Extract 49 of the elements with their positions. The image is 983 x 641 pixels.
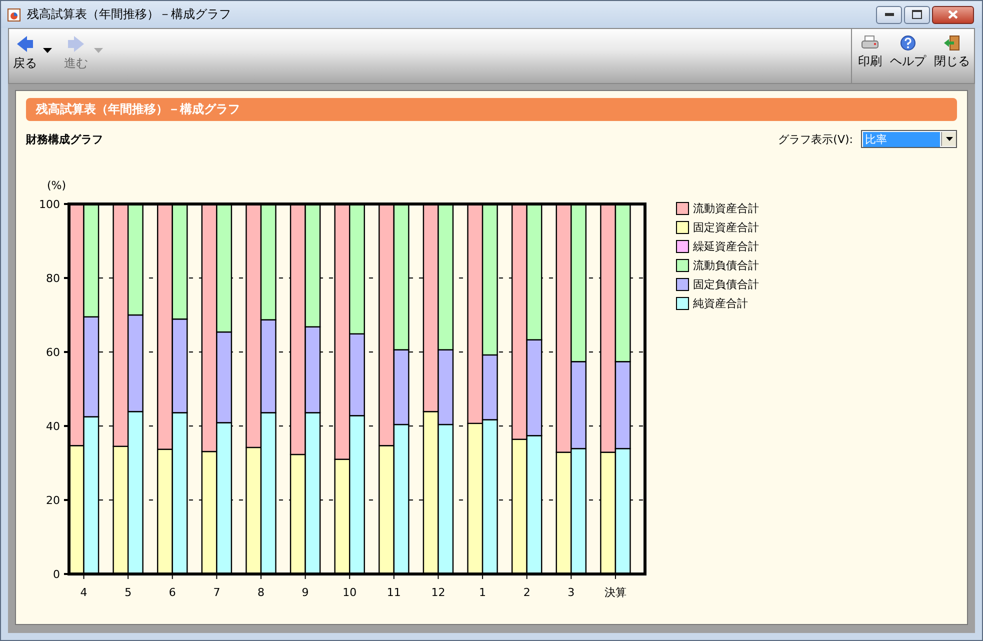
legend-label: 固定負債合計 bbox=[693, 277, 759, 292]
page-header: 残高試算表（年間推移）－構成グラフ bbox=[26, 98, 957, 121]
right-arrow-icon bbox=[66, 35, 86, 53]
x-tick-label: 決算 bbox=[604, 586, 626, 599]
left-arrow-icon bbox=[15, 35, 35, 53]
x-tick-label: 8 bbox=[258, 586, 264, 599]
x-tick-label: 7 bbox=[213, 586, 220, 599]
x-tick-label: 9 bbox=[302, 586, 309, 599]
caret-icon bbox=[43, 48, 52, 53]
y-tick-label: 40 bbox=[46, 420, 60, 433]
x-tick-label: 12 bbox=[431, 586, 446, 599]
y-tick-label: 60 bbox=[46, 346, 60, 359]
caret-icon bbox=[94, 48, 103, 53]
y-tick-label: 100 bbox=[39, 198, 60, 211]
x-tick-label: 3 bbox=[568, 586, 575, 599]
caret-icon bbox=[946, 137, 952, 141]
help-icon bbox=[900, 35, 916, 51]
display-label: グラフ表示(V): bbox=[778, 132, 853, 146]
x-tick-label: 1 bbox=[479, 586, 486, 599]
x-tick-label: 11 bbox=[386, 586, 401, 599]
app-icon bbox=[7, 8, 21, 22]
x-tick-label: 5 bbox=[124, 586, 132, 599]
axis-unit: (%) bbox=[47, 179, 66, 192]
x-tick-label: 6 bbox=[168, 586, 176, 599]
x-tick-label: 4 bbox=[80, 586, 88, 599]
exit-button[interactable]: 閉じる bbox=[930, 29, 974, 70]
minimize-button[interactable] bbox=[876, 6, 902, 24]
close-icon bbox=[948, 10, 958, 19]
maximize-icon bbox=[912, 10, 922, 19]
legend-label: 純資産合計 bbox=[693, 296, 748, 311]
legend-label: 流動負債合計 bbox=[693, 258, 759, 273]
legend-label: 流動資産合計 bbox=[693, 201, 759, 216]
print-button[interactable]: 印刷 bbox=[854, 29, 886, 70]
section-title: 財務構成グラフ bbox=[26, 132, 103, 146]
back-button[interactable]: 戻る bbox=[9, 29, 41, 72]
window-title: 残高試算表（年間推移）－構成グラフ bbox=[27, 6, 232, 23]
exit-door-icon bbox=[943, 35, 961, 51]
minimize-icon bbox=[884, 13, 894, 16]
help-button[interactable]: ヘルプ bbox=[886, 29, 930, 70]
maximize-button[interactable] bbox=[904, 6, 930, 24]
close-button[interactable] bbox=[932, 6, 974, 24]
y-tick-label: 80 bbox=[46, 272, 60, 285]
x-tick-label: 10 bbox=[342, 586, 357, 599]
legend-label: 繰延資産合計 bbox=[693, 239, 759, 254]
x-tick-label: 2 bbox=[523, 586, 530, 599]
legend-label: 固定資産合計 bbox=[693, 220, 759, 235]
printer-icon bbox=[861, 35, 879, 51]
y-tick-label: 0 bbox=[53, 568, 60, 581]
y-tick-label: 20 bbox=[46, 494, 60, 507]
